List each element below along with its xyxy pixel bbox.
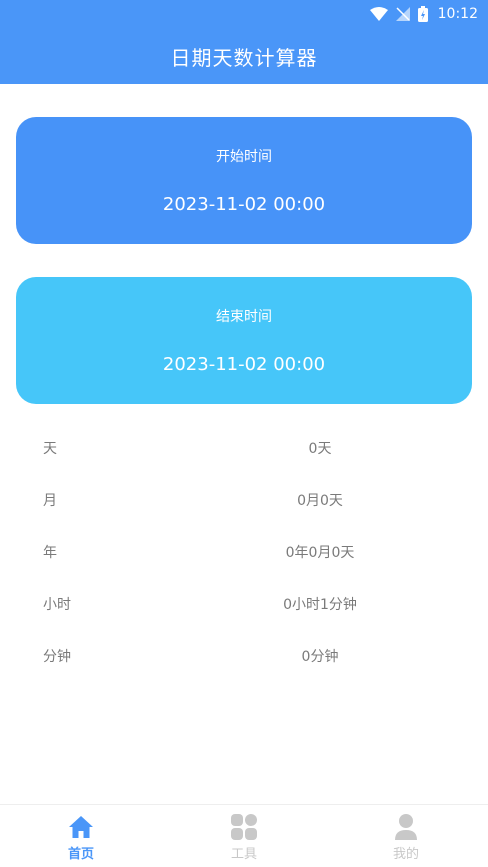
end-time-label: 结束时间 [216,309,272,325]
home-icon [69,816,93,838]
result-row-days: 天 0天 [0,430,488,482]
result-row-months: 月 0月0天 [0,482,488,534]
result-name: 分钟 [43,649,71,665]
result-name: 天 [43,441,57,457]
result-value: 0小时1分钟 [283,597,357,613]
result-row-years: 年 0年0月0天 [0,534,488,586]
tab-mine[interactable]: 我的 [356,813,456,862]
result-value: 0天 [308,441,332,457]
status-bar: 10:12 [369,4,478,24]
tab-label: 首页 [67,847,94,862]
result-name: 年 [43,545,57,561]
result-name: 小时 [43,597,71,613]
end-time-card[interactable]: 结束时间 2023-11-02 00:00 [16,277,472,404]
start-time-value: 2023-11-02 00:00 [162,194,326,215]
tab-home[interactable]: 首页 [31,813,131,862]
wifi-icon [369,7,388,21]
result-row-minutes: 分钟 0分钟 [0,638,488,690]
bottom-tab-bar: 首页 工具 我的 [0,804,488,867]
tab-tools[interactable]: 工具 [194,813,294,862]
results-list: 天 0天 月 0月0天 年 0年0月0天 小时 0小时1分钟 分钟 0分钟 [0,430,488,690]
result-value: 0月0天 [297,493,343,509]
start-time-card[interactable]: 开始时间 2023-11-02 00:00 [16,117,472,244]
result-row-hours: 小时 0小时1分钟 [0,586,488,638]
tab-label: 我的 [392,847,419,862]
battery-charging-icon [417,6,428,22]
no-signal-icon [395,7,410,21]
tab-label: 工具 [230,847,257,862]
end-time-value: 2023-11-02 00:00 [162,354,326,375]
page-title: 日期天数计算器 [170,46,318,70]
grid-icon [231,814,257,840]
result-value: 0年0月0天 [285,545,355,561]
start-time-label: 开始时间 [216,149,272,165]
result-value: 0分钟 [301,649,339,665]
user-icon [395,814,417,840]
result-name: 月 [43,493,57,509]
app-header: 10:12 日期天数计算器 [0,0,488,84]
status-time: 10:12 [437,6,478,22]
